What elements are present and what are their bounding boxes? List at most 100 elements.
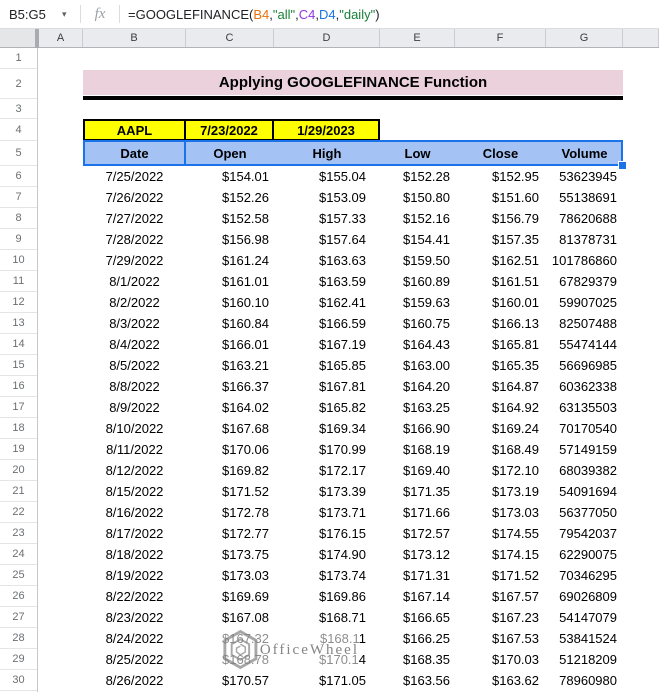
cell-close[interactable]: $167.23	[455, 607, 546, 628]
cell-volume[interactable]: 101786860	[546, 250, 623, 271]
cell-open[interactable]: $160.10	[186, 292, 274, 313]
cell-low[interactable]: $172.57	[380, 523, 455, 544]
cell-volume[interactable]: 78960980	[546, 670, 623, 691]
column-header-b[interactable]: B	[83, 29, 186, 47]
cell-close[interactable]: $174.15	[455, 544, 546, 565]
cell-open[interactable]: $168.78	[186, 649, 274, 670]
cell-open[interactable]: $172.78	[186, 502, 274, 523]
end-date-cell[interactable]: 1/29/2023	[272, 119, 380, 141]
cell-low[interactable]: $171.31	[380, 565, 455, 586]
cell-date[interactable]: 8/3/2022	[83, 313, 186, 334]
cell-open[interactable]: $172.77	[186, 523, 274, 544]
cell-open[interactable]: $166.01	[186, 334, 274, 355]
cell-date[interactable]: 8/12/2022	[83, 460, 186, 481]
column-header-a[interactable]: A	[39, 29, 83, 47]
cell-low[interactable]: $152.16	[380, 208, 455, 229]
column-header-d[interactable]: D	[274, 29, 380, 47]
cell-open[interactable]: $171.52	[186, 481, 274, 502]
cell-high[interactable]: $169.86	[274, 586, 380, 607]
cell-date[interactable]: 8/22/2022	[83, 586, 186, 607]
cell-date[interactable]: 8/11/2022	[83, 439, 186, 460]
column-title-volume[interactable]: Volume	[546, 141, 623, 166]
fill-handle[interactable]	[618, 161, 627, 170]
cell-low[interactable]: $171.66	[380, 502, 455, 523]
cell-close[interactable]: $169.24	[455, 418, 546, 439]
cell-close[interactable]: $163.62	[455, 670, 546, 691]
column-header-g[interactable]: G	[546, 29, 623, 47]
column-header-e[interactable]: E	[380, 29, 455, 47]
cell-volume[interactable]: 57149159	[546, 439, 623, 460]
select-all-corner[interactable]	[0, 29, 35, 47]
cell-close[interactable]: $156.79	[455, 208, 546, 229]
cell-close[interactable]: $172.10	[455, 460, 546, 481]
cell-low[interactable]: $163.56	[380, 670, 455, 691]
cell-high[interactable]: $165.82	[274, 397, 380, 418]
cell-open[interactable]: $152.58	[186, 208, 274, 229]
cell-low[interactable]: $163.00	[380, 355, 455, 376]
cell-high[interactable]: $170.14	[274, 649, 380, 670]
column-title-low[interactable]: Low	[380, 141, 455, 166]
cell-date[interactable]: 8/19/2022	[83, 565, 186, 586]
cell-open[interactable]: $167.08	[186, 607, 274, 628]
cell-volume[interactable]: 55138691	[546, 187, 623, 208]
cell-open[interactable]: $164.02	[186, 397, 274, 418]
cell-open[interactable]: $161.01	[186, 271, 274, 292]
cell-low[interactable]: $166.90	[380, 418, 455, 439]
cell-open[interactable]: $167.32	[186, 628, 274, 649]
cell-close[interactable]: $167.57	[455, 586, 546, 607]
cell-volume[interactable]: 69026809	[546, 586, 623, 607]
cell-high[interactable]: $170.99	[274, 439, 380, 460]
cell-close[interactable]: $152.95	[455, 166, 546, 187]
cell-close[interactable]: $151.60	[455, 187, 546, 208]
cell-date[interactable]: 7/29/2022	[83, 250, 186, 271]
cell-date[interactable]: 8/16/2022	[83, 502, 186, 523]
cell-open[interactable]: $170.57	[186, 670, 274, 691]
row-header-4[interactable]: 4	[0, 119, 37, 141]
cell-volume[interactable]: 54091694	[546, 481, 623, 502]
cell-volume[interactable]: 56377050	[546, 502, 623, 523]
cell-open[interactable]: $156.98	[186, 229, 274, 250]
cell-volume[interactable]: 60362338	[546, 376, 623, 397]
cell-open[interactable]: $152.26	[186, 187, 274, 208]
cell-low[interactable]: $168.35	[380, 649, 455, 670]
cell-close[interactable]: $160.01	[455, 292, 546, 313]
cell-high[interactable]: $162.41	[274, 292, 380, 313]
cell-date[interactable]: 8/18/2022	[83, 544, 186, 565]
cell-close[interactable]: $165.35	[455, 355, 546, 376]
cell-open[interactable]: $173.03	[186, 565, 274, 586]
cell-volume[interactable]: 53623945	[546, 166, 623, 187]
cell-open[interactable]: $173.75	[186, 544, 274, 565]
column-header-f[interactable]: F	[455, 29, 546, 47]
cell-high[interactable]: $176.15	[274, 523, 380, 544]
cell-close[interactable]: $157.35	[455, 229, 546, 250]
column-title-date[interactable]: Date	[83, 141, 186, 166]
ticker-cell[interactable]: AAPL	[83, 119, 186, 141]
start-date-cell[interactable]: 7/23/2022	[184, 119, 274, 141]
cell-open[interactable]: $170.06	[186, 439, 274, 460]
cell-close[interactable]: $161.51	[455, 271, 546, 292]
formula-input[interactable]: =GOOGLEFINANCE(B4,"all",C4,D4,"daily")	[120, 7, 659, 22]
cell-high[interactable]: $168.11	[274, 628, 380, 649]
cell-high[interactable]: $166.59	[274, 313, 380, 334]
cell-date[interactable]: 8/15/2022	[83, 481, 186, 502]
cell-high[interactable]: $173.71	[274, 502, 380, 523]
cell-high[interactable]: $174.90	[274, 544, 380, 565]
cell-date[interactable]: 8/5/2022	[83, 355, 186, 376]
cell-close[interactable]: $174.55	[455, 523, 546, 544]
cell-volume[interactable]: 55474144	[546, 334, 623, 355]
cell-volume[interactable]: 82507488	[546, 313, 623, 334]
cell-low[interactable]: $169.40	[380, 460, 455, 481]
cell-low[interactable]: $164.20	[380, 376, 455, 397]
cell-low[interactable]: $159.63	[380, 292, 455, 313]
cell-high[interactable]: $168.71	[274, 607, 380, 628]
cell-low[interactable]: $152.28	[380, 166, 455, 187]
cell-open[interactable]: $160.84	[186, 313, 274, 334]
cell-date[interactable]: 7/27/2022	[83, 208, 186, 229]
cell-high[interactable]: $165.85	[274, 355, 380, 376]
cell-low[interactable]: $167.14	[380, 586, 455, 607]
cell-date[interactable]: 8/24/2022	[83, 628, 186, 649]
cell-high[interactable]: $169.34	[274, 418, 380, 439]
cell-volume[interactable]: 70346295	[546, 565, 623, 586]
column-header[interactable]	[623, 29, 659, 47]
cell-open[interactable]: $169.82	[186, 460, 274, 481]
